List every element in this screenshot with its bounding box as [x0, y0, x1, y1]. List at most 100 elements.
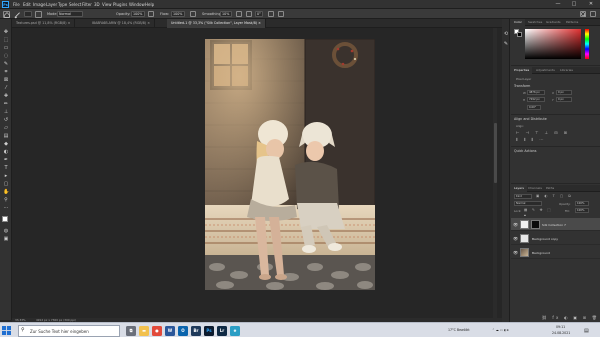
eye-icon[interactable]: 👁︎ [513, 250, 518, 255]
path-select-tool-icon[interactable]: ▸ [3, 173, 9, 179]
angle-icon[interactable] [246, 11, 252, 17]
history-panel-icon[interactable]: ⟲ [503, 31, 509, 37]
smoothing-input[interactable]: 10% [220, 11, 232, 17]
menu-file[interactable]: File [13, 2, 20, 7]
clone-stamp-tool-icon[interactable]: ⊥ [3, 109, 9, 115]
more-tools-icon[interactable]: ⋯ [3, 205, 9, 211]
tab-channels[interactable]: Channels [525, 185, 545, 192]
height-field[interactable]: 7292 px [527, 97, 545, 102]
taskbar-photoshop-icon[interactable]: Ps [204, 325, 214, 337]
blend-mode-select[interactable]: Normal [514, 201, 542, 206]
taskbar-lightroom-icon[interactable]: Lr [217, 325, 227, 336]
layer-mask-thumbnail[interactable] [531, 220, 540, 229]
taskbar-edge-icon[interactable]: e [230, 325, 240, 336]
hand-tool-icon[interactable]: ✋ [3, 189, 9, 195]
tab-adjustments[interactable]: Adjustments [533, 67, 558, 74]
gear-icon[interactable] [236, 11, 242, 17]
history-brush-tool-icon[interactable]: ↺ [3, 117, 9, 123]
layer-name[interactable]: Silk Collection 7 [542, 223, 566, 227]
minimize-button[interactable]: — [552, 0, 564, 9]
menu-plugins[interactable]: Plugins [113, 2, 127, 7]
eye-icon[interactable]: 👁︎ [513, 236, 518, 241]
tab-raw-file[interactable]: I8A8FA6B.ARW @ 18,4% (RGB/8) × [88, 19, 155, 28]
quick-mask-icon[interactable]: ◍ [3, 228, 9, 234]
layer-opacity-field[interactable]: 100% [575, 201, 589, 206]
crop-tool-icon[interactable]: ⌗ [3, 69, 9, 75]
marquee-tool-icon[interactable]: ▭ [3, 45, 9, 51]
tab-paths[interactable]: Paths [543, 185, 557, 192]
clock-time[interactable]: 09:11 [556, 325, 565, 329]
eyedropper-tool-icon[interactable]: ⁄ [3, 85, 9, 91]
taskbar-outlook-icon[interactable]: O [178, 325, 188, 336]
tray-icons[interactable]: ⌃ ☁ ▭ ◖ 🔊︎ [492, 328, 509, 332]
taskbar-explorer-icon[interactable]: ▬ [139, 325, 149, 336]
search-icon[interactable] [580, 11, 586, 17]
layer-row[interactable]: 👁︎ Background [511, 246, 600, 259]
tab-textures[interactable]: Textures.psd @ 11,8% (RGB/8) × [12, 19, 76, 28]
align-buttons-row[interactable]: ⊢ ⊣ ⊤ ⊥ ⊟ ⊞ [516, 130, 586, 135]
notifications-icon[interactable]: ▤ [584, 328, 589, 334]
background-color-chip[interactable] [517, 32, 522, 37]
hue-slider[interactable] [585, 29, 589, 59]
foreground-color-swatch[interactable] [2, 216, 8, 222]
gradient-tool-icon[interactable]: ▤ [3, 133, 9, 139]
menu-help[interactable]: Help [145, 2, 154, 7]
menu-select[interactable]: Select [69, 2, 81, 7]
menu-view[interactable]: View [102, 2, 112, 7]
angle-input[interactable]: 0° [255, 11, 263, 17]
taskbar-search-input[interactable]: Zur Suche Text hier eingeben [18, 324, 120, 337]
mode-select[interactable]: Normal [57, 11, 83, 17]
x-field[interactable]: 0 px [556, 90, 572, 95]
color-picker-field[interactable] [525, 29, 581, 59]
brush-size-picker[interactable] [24, 11, 32, 17]
clock-date[interactable]: 24.08.2021 [552, 331, 570, 335]
eraser-tool-icon[interactable]: ▱ [3, 125, 9, 131]
menu-image[interactable]: Image [33, 2, 46, 7]
quick-select-tool-icon[interactable]: ✎ [3, 61, 9, 67]
weather-status[interactable]: 17°C Bewölkt [448, 328, 470, 332]
layer-filter-icons[interactable]: ▣ ◐ T ▢ ⧉ [536, 194, 586, 199]
layer-name[interactable]: Background copy [532, 237, 558, 241]
blur-tool-icon[interactable]: ◆ [3, 141, 9, 147]
tab-libraries[interactable]: Libraries [557, 67, 576, 74]
menu-layer[interactable]: Layer [46, 2, 57, 7]
move-tool-icon[interactable]: ✥ [3, 29, 9, 35]
scrollbar-thumb[interactable] [493, 123, 497, 183]
artboard-tool-icon[interactable]: ⬚ [3, 37, 9, 43]
fill-field[interactable]: 100% [575, 208, 589, 213]
airbrush-icon[interactable] [190, 11, 196, 17]
lasso-tool-icon[interactable]: ◌ [3, 53, 9, 59]
layer-kind-filter[interactable]: Kind [514, 194, 532, 199]
pressure-size-icon[interactable] [268, 11, 274, 17]
close-window-button[interactable]: ✕ [585, 0, 597, 9]
tab-untitled-1[interactable]: Untitled-1 @ 33,3% ("Silk Collection", L… [167, 19, 266, 28]
brush-tool-icon[interactable]: ✏ [3, 101, 9, 107]
workspace-icon[interactable] [590, 11, 596, 17]
canvas-photo[interactable] [205, 39, 375, 290]
symmetry-icon[interactable] [278, 11, 284, 17]
quick-actions-heading[interactable]: Quick Actions [514, 149, 536, 153]
brush-tool-icon[interactable] [13, 11, 20, 18]
pen-tool-icon[interactable]: ✒ [3, 157, 9, 163]
taskbar-chrome-icon[interactable]: ● [152, 325, 162, 336]
home-icon[interactable] [3, 10, 10, 18]
menu-filter[interactable]: Filter [82, 2, 92, 7]
lock-icons[interactable]: ▦ ✎ ✥ ⬚ 🔒︎ [524, 208, 554, 217]
eye-icon[interactable]: 👁︎ [513, 222, 518, 227]
tab-properties[interactable]: Properties [511, 67, 533, 74]
taskbar-task-view-icon[interactable]: ⧉ [126, 325, 136, 336]
shape-tool-icon[interactable]: ▢ [3, 181, 9, 187]
menu-type[interactable]: Type [58, 2, 67, 7]
pressure-opacity-icon[interactable] [148, 11, 154, 17]
opacity-input[interactable]: 100% [131, 11, 145, 17]
distribute-buttons-row[interactable]: ⫴ ⫴ ⫴ ⋯ [516, 137, 586, 142]
healing-tool-icon[interactable]: ✚ [3, 93, 9, 99]
layers-footer-buttons[interactable]: ⛓ fx ◐ ▣ ⊞ 🗑︎ [533, 315, 599, 320]
layer-row[interactable]: 👁︎ Silk Collection 7 [511, 218, 600, 231]
width-field[interactable]: 4876 px [527, 90, 545, 95]
screen-mode-icon[interactable]: ▣ [3, 236, 9, 242]
windows-start-icon[interactable] [2, 326, 11, 335]
layer-row[interactable]: 👁︎ Background copy [511, 232, 600, 245]
canvas-vertical-scrollbar[interactable] [493, 28, 497, 318]
frame-tool-icon[interactable]: ⊠ [3, 77, 9, 83]
